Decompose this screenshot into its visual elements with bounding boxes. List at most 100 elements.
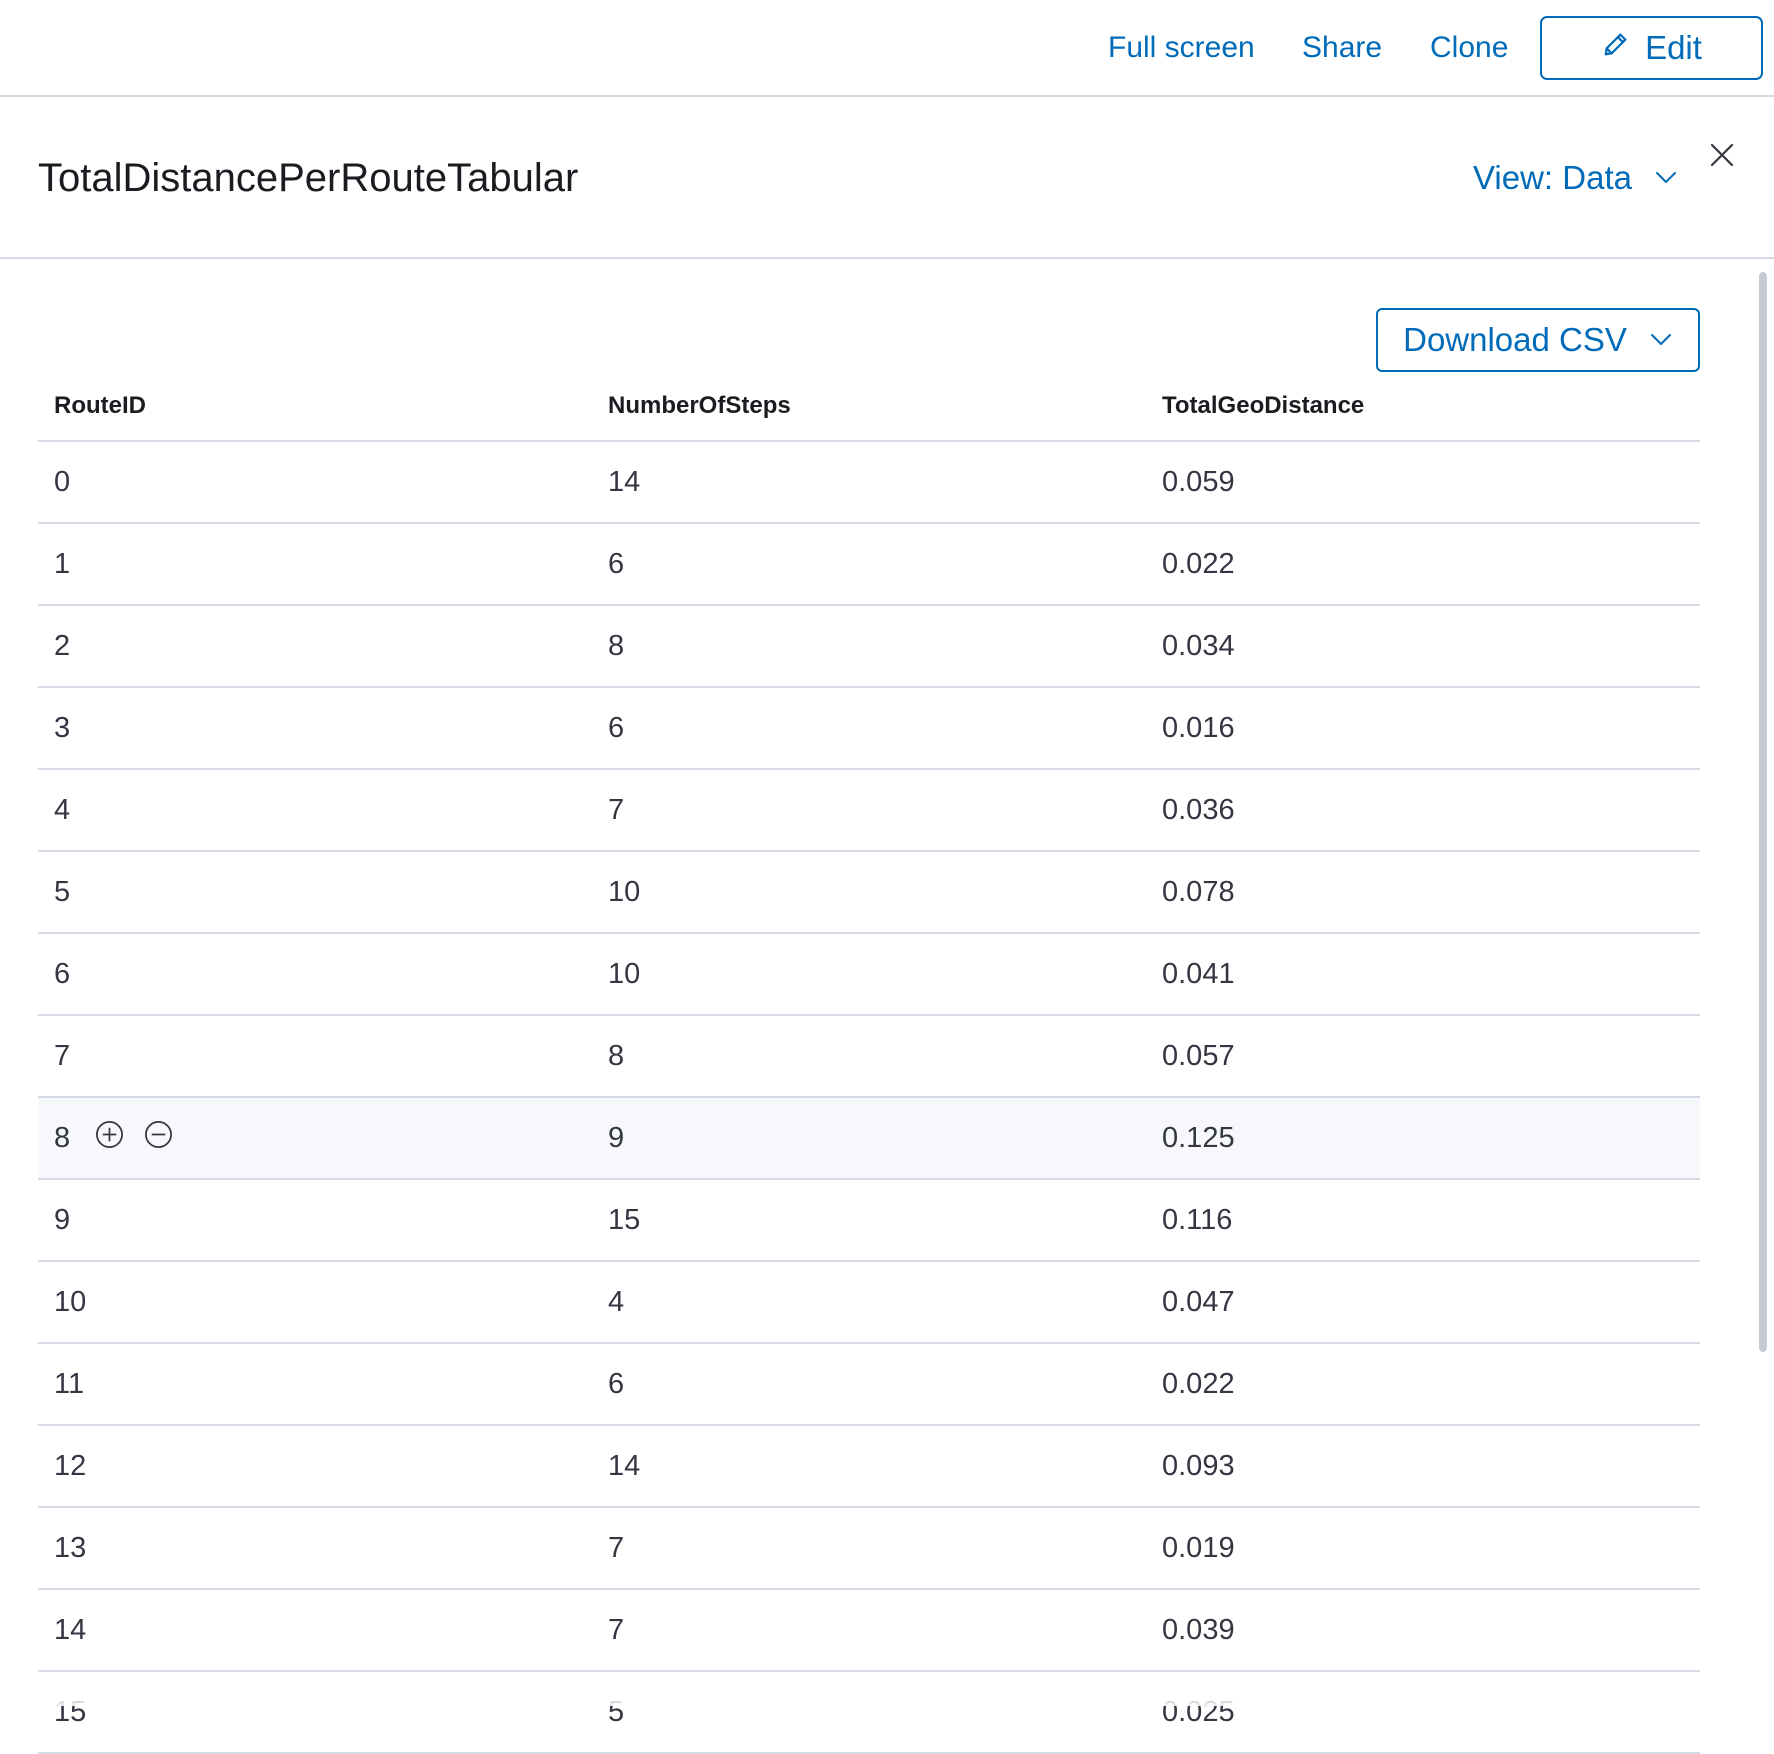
vertical-scrollbar[interactable] (1759, 272, 1767, 1352)
table-cell-value: 14 (54, 1613, 87, 1646)
table-row: 6 10 0.041 (38, 934, 1700, 1016)
table-cell-value: 3 (54, 711, 71, 744)
table-cell: 0.093 (1146, 1450, 1700, 1483)
column-header-numberofsteps[interactable]: NumberOfSteps (592, 392, 1146, 420)
close-icon[interactable] (1708, 141, 1736, 169)
table-cell-value: 12 (54, 1449, 87, 1482)
table-cell: 8 (38, 1119, 592, 1158)
table-cell: 0.057 (1146, 1040, 1700, 1073)
table-cell: 0.041 (1146, 958, 1700, 991)
column-header-totalgeodistance[interactable]: TotalGeoDistance (1146, 392, 1700, 420)
download-csv-button[interactable]: Download CSV (1376, 308, 1700, 372)
table-cell: 15 (592, 1204, 1146, 1237)
table-cell-value: 0.016 (1162, 711, 1235, 744)
view-select[interactable]: View: Data (1473, 156, 1678, 200)
table-cell: 9 (38, 1204, 592, 1237)
table-cell: 9 (592, 1122, 1146, 1155)
edit-button[interactable]: Edit (1540, 16, 1763, 80)
table-cell-value: 6 (608, 711, 625, 744)
table-row: 5 10 0.078 (38, 852, 1700, 934)
table-cell-value: 4 (54, 793, 71, 826)
table-cell-value: 7 (608, 793, 625, 826)
column-header-routeid[interactable]: RouteID (38, 392, 592, 420)
table-cell: 10 (592, 876, 1146, 909)
table-cell-value: 0.041 (1162, 957, 1235, 990)
table-cell: 10 (592, 958, 1146, 991)
download-csv-label: Download CSV (1403, 321, 1627, 358)
table-cell: 6 (592, 712, 1146, 745)
table-cell: 0.022 (1146, 548, 1700, 581)
table-cell-value: 7 (608, 1613, 625, 1646)
table-row: 1 6 0.022 (38, 524, 1700, 606)
table-cell: 0.125 (1146, 1122, 1700, 1155)
share-link[interactable]: Share (1302, 28, 1382, 68)
table-cell-value: 0.093 (1162, 1449, 1235, 1482)
table-cell-value: 10 (608, 875, 641, 908)
table-cell-value: 0 (54, 465, 71, 498)
table-cell: 0.022 (1146, 1368, 1700, 1401)
table-cell-value: 6 (608, 1367, 625, 1400)
cell-filter-actions (94, 1119, 174, 1158)
table-cell: 4 (592, 1286, 1146, 1319)
table-cell: 6 (592, 548, 1146, 581)
table-cell: 14 (592, 466, 1146, 499)
data-table: RouteID NumberOfSteps TotalGeoDistance 0… (38, 372, 1700, 1754)
table-cell-value: 10 (608, 957, 641, 990)
table-cell: 1 (38, 548, 592, 581)
table-cell: 6 (38, 958, 592, 991)
table-cell: 0 (38, 466, 592, 499)
table-cell-value: 0.047 (1162, 1285, 1235, 1318)
table-row: 4 7 0.036 (38, 770, 1700, 852)
table-header: RouteID NumberOfSteps TotalGeoDistance (38, 372, 1700, 442)
table-cell: 3 (38, 712, 592, 745)
table-cell-value: 11 (54, 1367, 85, 1400)
table-cell: 7 (38, 1040, 592, 1073)
table-cell: 12 (38, 1450, 592, 1483)
table-cell: 0.078 (1146, 876, 1700, 909)
table-cell-value: 0.125 (1162, 1121, 1235, 1154)
table-cell: 0.039 (1146, 1614, 1700, 1647)
table-cell-value: 8 (608, 629, 625, 662)
table-row: 3 6 0.016 (38, 688, 1700, 770)
table-cell: 2 (38, 630, 592, 663)
top-toolbar: Full screen Share Clone Edit (0, 0, 1774, 97)
table-cell: 6 (592, 1368, 1146, 1401)
pencil-icon (1601, 29, 1631, 67)
table-cell-value: 13 (54, 1531, 87, 1564)
table-cell-value: 9 (608, 1121, 625, 1154)
table-cell: 0.059 (1146, 466, 1700, 499)
table-cell: 7 (592, 1532, 1146, 1565)
clone-link[interactable]: Clone (1430, 28, 1508, 68)
table-cell: 0.016 (1146, 712, 1700, 745)
table-row: 12 14 0.093 (38, 1426, 1700, 1508)
table-cell-value: 0.078 (1162, 875, 1235, 908)
table-cell-value: 5 (54, 875, 71, 908)
table-cell: 11 (38, 1368, 592, 1401)
table-row: 2 8 0.034 (38, 606, 1700, 688)
table-row: 14 7 0.039 (38, 1590, 1700, 1672)
table-cell-value: 7 (608, 1531, 625, 1564)
full-screen-link[interactable]: Full screen (1108, 28, 1255, 68)
table-cell-value: 15 (608, 1203, 641, 1236)
table-cell-value: 14 (608, 1449, 641, 1482)
table-cell: 8 (592, 1040, 1146, 1073)
table-cell: 0.047 (1146, 1286, 1700, 1319)
table-cell-value: 0.034 (1162, 629, 1235, 662)
table-cell-value: 10 (54, 1285, 87, 1318)
table-cell-value: 9 (54, 1203, 71, 1236)
table-cell-value: 8 (608, 1039, 625, 1072)
table-cell: 4 (38, 794, 592, 827)
plus-circle-icon[interactable] (94, 1119, 125, 1158)
chevron-down-icon (1654, 156, 1678, 200)
minus-circle-icon[interactable] (143, 1119, 174, 1158)
table-row: 8 9 0.125 (38, 1098, 1700, 1180)
table-cell-value: 0.059 (1162, 465, 1235, 498)
table-cell-value: 0.039 (1162, 1613, 1235, 1646)
bottom-fade (0, 1664, 1774, 1706)
table-cell: 7 (592, 794, 1146, 827)
table-cell-value: 4 (608, 1285, 625, 1318)
table-row: 7 8 0.057 (38, 1016, 1700, 1098)
table-cell-value: 0.019 (1162, 1531, 1235, 1564)
table-cell-value: 0.022 (1162, 1367, 1235, 1400)
table-body: 0 14 0.059 1 6 0.022 2 8 0.034 3 6 0.016 4 7 0.036 5 10 0… (38, 442, 1700, 1754)
